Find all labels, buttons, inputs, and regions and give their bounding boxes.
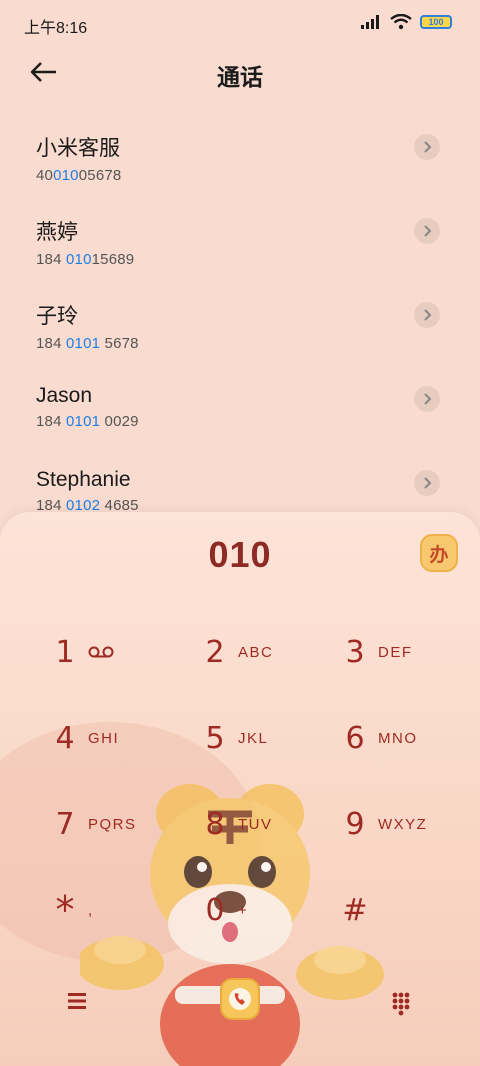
key-digit: 1 (55, 634, 75, 670)
key-hash[interactable]: # (340, 880, 480, 940)
key-letters: TUV (238, 815, 273, 833)
chevron-right-icon (424, 141, 432, 153)
contact-name: 子玲 (36, 305, 78, 328)
key-digit: 2 (205, 634, 225, 670)
menu-button[interactable] (62, 988, 92, 1014)
status-time: 上午8:16 (24, 20, 88, 37)
wifi-icon (390, 14, 412, 30)
contact-row[interactable]: 小米客服 4001005678 (0, 118, 480, 202)
contact-name: Jason (36, 384, 93, 407)
contact-detail-button[interactable] (414, 470, 440, 496)
number-match: 0101 (66, 413, 101, 430)
battery-icon: 100 (420, 15, 452, 29)
contact-detail-button[interactable] (414, 134, 440, 160)
key-8[interactable]: 8 TUV (200, 794, 350, 854)
key-letters: WXYZ (378, 815, 428, 833)
contact-row[interactable]: 燕婷 184 01015689 (0, 202, 480, 286)
key-letters: MNO (378, 729, 418, 747)
key-3[interactable]: 3 DEF (340, 622, 480, 682)
dial-panel: 010 办 1 2 ABC 3 DEF 4 GHI 5 JKL 6 MNO 7 … (0, 512, 480, 1066)
chevron-right-icon (424, 309, 432, 321)
voicemail-icon (88, 646, 114, 658)
contact-name: 燕婷 (36, 221, 78, 244)
call-button[interactable] (220, 978, 260, 1020)
contact-row[interactable]: 子玲 184 0101 5678 (0, 286, 480, 370)
number-suffix: 05678 (78, 167, 122, 184)
number-suffix: 5678 (100, 335, 139, 352)
key-letters: , (88, 901, 94, 919)
call-icon (229, 988, 251, 1010)
key-digit: 9 (345, 806, 365, 842)
contact-number: 184 0101 5678 (36, 335, 480, 352)
key-letters: + (238, 901, 249, 919)
dialed-number: 010 (208, 534, 272, 575)
contact-number: 184 0101 0029 (36, 413, 480, 430)
number-match: 010 (53, 167, 79, 184)
number-prefix: 184 (36, 251, 66, 268)
key-digit: 0 (205, 892, 225, 928)
quick-action-button[interactable]: 办 (420, 534, 458, 572)
contact-row[interactable]: Jason 184 0101 0029 (0, 370, 480, 454)
number-prefix: 184 (36, 413, 66, 430)
key-digit: 3 (345, 634, 365, 670)
dialer-bottom-bar (0, 970, 480, 1030)
key-letters: GHI (88, 729, 120, 747)
key-digit: 7 (55, 806, 75, 842)
key-digit: 5 (205, 720, 225, 756)
key-9[interactable]: 9 WXYZ (340, 794, 480, 854)
key-6[interactable]: 6 MNO (340, 708, 480, 768)
key-5[interactable]: 5 JKL (200, 708, 350, 768)
number-match: 010 (66, 251, 92, 268)
key-1[interactable]: 1 (50, 622, 200, 682)
key-digit: # (342, 892, 368, 928)
key-digit: * (55, 888, 75, 932)
key-letters: JKL (238, 729, 269, 747)
dialpad-icon (392, 992, 410, 1016)
contact-name: 小米客服 (36, 137, 120, 160)
chevron-right-icon (424, 225, 432, 237)
key-2[interactable]: 2 ABC (200, 622, 350, 682)
dialpad-toggle-button[interactable] (386, 988, 416, 1018)
contact-name: Stephanie (36, 468, 131, 491)
number-suffix: 15689 (91, 251, 135, 268)
number-prefix: 184 (36, 335, 66, 352)
number-prefix: 40 (36, 167, 54, 184)
page-title: 通话 (217, 64, 263, 90)
number-suffix: 0029 (100, 413, 139, 430)
contact-detail-button[interactable] (414, 386, 440, 412)
key-letters: ABC (238, 643, 274, 661)
key-star[interactable]: * , (50, 880, 200, 940)
chevron-right-icon (424, 393, 432, 405)
key-digit: 8 (205, 806, 225, 842)
contact-number: 184 01015689 (36, 251, 480, 268)
contact-detail-button[interactable] (414, 218, 440, 244)
key-digit: 6 (345, 720, 365, 756)
key-letters: DEF (378, 643, 413, 661)
header: 通话 (0, 46, 480, 98)
key-0[interactable]: 0 + (200, 880, 350, 940)
menu-icon (68, 993, 86, 1009)
status-icons: 100 (360, 14, 452, 30)
number-match: 0101 (66, 335, 101, 352)
key-7[interactable]: 7 PQRS (50, 794, 200, 854)
signal-icon (361, 15, 379, 29)
contact-list: 小米客服 4001005678 燕婷 184 01015689 子玲 184 0… (0, 118, 480, 514)
chevron-right-icon (424, 477, 432, 489)
status-bar: 上午8:16 100 (0, 0, 480, 46)
contact-detail-button[interactable] (414, 302, 440, 328)
contact-row[interactable]: Stephanie 184 0102 4685 (0, 454, 480, 514)
key-letters: PQRS (88, 815, 137, 833)
key-digit: 4 (55, 720, 75, 756)
contact-number: 4001005678 (36, 167, 480, 184)
key-4[interactable]: 4 GHI (50, 708, 200, 768)
